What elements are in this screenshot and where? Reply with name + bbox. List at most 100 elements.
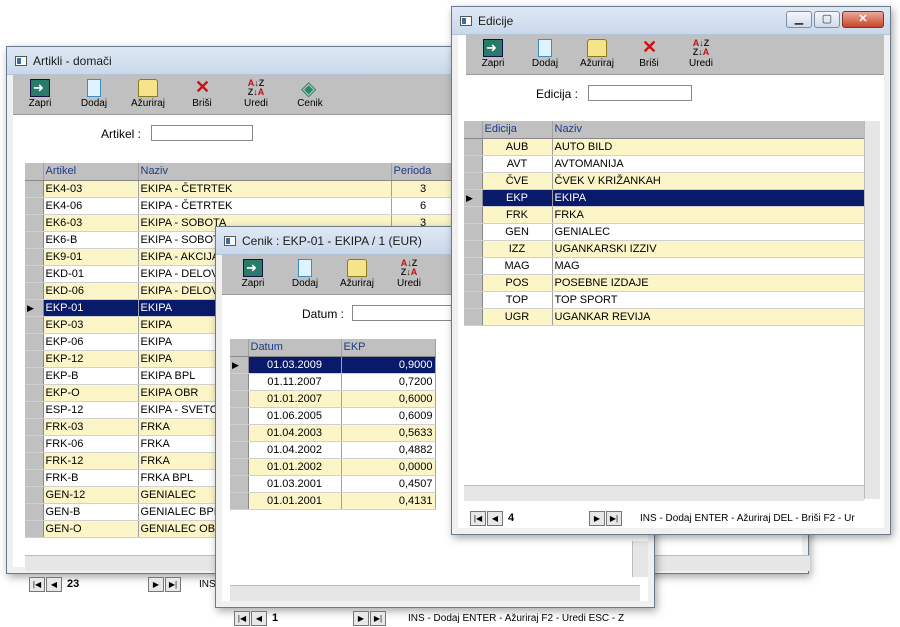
row-indicator[interactable] xyxy=(25,452,44,470)
row-indicator[interactable] xyxy=(230,441,249,459)
table-row[interactable]: 01.04.2003 0,5633 xyxy=(230,424,436,442)
artikli-search-input[interactable] xyxy=(151,125,253,141)
edicije-uredi-button[interactable]: A↓Z Z↓A Uredi xyxy=(678,37,724,73)
table-cell[interactable]: EKP-03 xyxy=(43,316,139,334)
table-cell[interactable]: 01.01.2007 xyxy=(248,390,342,408)
table-row[interactable]: POS POSEBNE IZDAJE xyxy=(464,274,865,292)
table-cell[interactable]: FRK-B xyxy=(43,469,139,487)
table-cell[interactable]: 01.04.2003 xyxy=(248,424,342,442)
nav-prev-button[interactable]: ◀ xyxy=(487,510,503,526)
edicije-hscrollbar[interactable] xyxy=(464,485,864,501)
row-indicator[interactable] xyxy=(25,435,44,453)
table-row[interactable]: 01.06.2005 0,6009 xyxy=(230,407,436,425)
table-row[interactable]: AVT AVTOMANIJA xyxy=(464,155,865,173)
table-cell[interactable]: GENIALEC xyxy=(552,223,865,241)
col-header-naziv[interactable]: Naziv xyxy=(138,163,392,181)
nav-last-button[interactable]: ▶| xyxy=(606,510,622,526)
cenik-vscrollbar[interactable] xyxy=(632,541,648,577)
table-row[interactable]: AUB AUTO BILD xyxy=(464,138,865,156)
table-cell[interactable]: GEN-12 xyxy=(43,486,139,504)
table-cell[interactable]: EK9-01 xyxy=(43,248,139,266)
table-cell[interactable]: EKP-B xyxy=(43,367,139,385)
nav-last-button[interactable]: ▶| xyxy=(370,610,386,626)
nav-next-button[interactable]: ▶ xyxy=(589,510,605,526)
col-header-edicija[interactable]: Edicija xyxy=(482,121,553,139)
row-indicator[interactable] xyxy=(230,475,249,493)
row-indicator[interactable] xyxy=(464,223,483,241)
row-indicator[interactable] xyxy=(25,469,44,487)
table-cell[interactable]: AUTO BILD xyxy=(552,138,865,156)
row-indicator[interactable] xyxy=(25,282,44,300)
table-row[interactable]: ▶ EKP EKIPA xyxy=(464,189,865,207)
row-indicator[interactable]: ▶ xyxy=(464,189,483,207)
table-cell[interactable]: UGANKAR REVIJA xyxy=(552,308,865,326)
table-cell[interactable]: EKD-01 xyxy=(43,265,139,283)
cenik-zapri-button[interactable]: Zapri xyxy=(230,257,276,293)
nav-next-button[interactable]: ▶ xyxy=(148,576,164,592)
table-row[interactable]: FRK FRKA xyxy=(464,206,865,224)
table-cell[interactable]: FRK-03 xyxy=(43,418,139,436)
row-indicator[interactable] xyxy=(25,197,44,215)
table-row[interactable]: 01.03.2001 0,4507 xyxy=(230,475,436,493)
table-cell[interactable]: 6 xyxy=(391,197,456,215)
row-indicator[interactable] xyxy=(464,257,483,275)
artikli-azuriraj-button[interactable]: Ažuriraj xyxy=(125,77,171,113)
table-row[interactable]: 01.11.2007 0,7200 xyxy=(230,373,436,391)
table-cell[interactable]: POS xyxy=(482,274,553,292)
table-row[interactable]: EK4-03 EKIPA - ČETRTEK 3 xyxy=(25,180,456,198)
table-row[interactable]: GEN GENIALEC xyxy=(464,223,865,241)
table-cell[interactable]: 0,4507 xyxy=(341,475,436,493)
table-row[interactable]: IZZ UGANKARSKI IZZIV xyxy=(464,240,865,258)
table-cell[interactable]: POSEBNE IZDAJE xyxy=(552,274,865,292)
table-cell[interactable]: EKP-12 xyxy=(43,350,139,368)
row-indicator[interactable] xyxy=(464,308,483,326)
table-cell[interactable]: 01.04.2002 xyxy=(248,441,342,459)
edicije-dodaj-button[interactable]: Dodaj xyxy=(522,37,568,73)
row-indicator[interactable] xyxy=(25,265,44,283)
col-header-artikel[interactable]: Artikel xyxy=(43,163,139,181)
row-indicator[interactable]: ▶ xyxy=(25,299,44,317)
table-cell[interactable]: EKIPA - ČETRTEK xyxy=(138,197,392,215)
table-cell[interactable]: 0,9000 xyxy=(341,356,436,374)
table-cell[interactable]: AVT xyxy=(482,155,553,173)
table-cell[interactable]: MAG xyxy=(482,257,553,275)
edicije-brisi-button[interactable]: Briši xyxy=(626,37,672,73)
row-indicator[interactable] xyxy=(25,418,44,436)
table-row[interactable]: TOP TOP SPORT xyxy=(464,291,865,309)
nav-first-button[interactable]: |◀ xyxy=(470,510,486,526)
table-cell[interactable]: 3 xyxy=(391,180,456,198)
table-cell[interactable]: EKP-01 xyxy=(43,299,139,317)
row-indicator[interactable] xyxy=(25,180,44,198)
artikli-uredi-button[interactable]: A↓Z Z↓A Uredi xyxy=(233,77,279,113)
table-cell[interactable]: ČVE xyxy=(482,172,553,190)
cenik-azuriraj-button[interactable]: Ažuriraj xyxy=(334,257,380,293)
table-cell[interactable]: 0,6009 xyxy=(341,407,436,425)
edicije-azuriraj-button[interactable]: Ažuriraj xyxy=(574,37,620,73)
table-cell[interactable]: GEN xyxy=(482,223,553,241)
artikli-brisi-button[interactable]: Briši xyxy=(179,77,225,113)
cenik-hscrollbar[interactable] xyxy=(230,585,640,601)
table-cell[interactable]: MAG xyxy=(552,257,865,275)
row-indicator[interactable] xyxy=(25,503,44,521)
row-indicator[interactable] xyxy=(230,407,249,425)
row-indicator[interactable] xyxy=(25,231,44,249)
table-cell[interactable]: ČVEK V KRIŽANKAH xyxy=(552,172,865,190)
table-cell[interactable]: 01.03.2009 xyxy=(248,356,342,374)
table-cell[interactable]: EK6-B xyxy=(43,231,139,249)
row-indicator[interactable] xyxy=(25,401,44,419)
table-cell[interactable]: TOP SPORT xyxy=(552,291,865,309)
col-header-perioda[interactable]: Perioda xyxy=(391,163,456,181)
table-cell[interactable]: 0,5633 xyxy=(341,424,436,442)
table-cell[interactable]: 0,4131 xyxy=(341,492,436,510)
table-cell[interactable]: GEN-B xyxy=(43,503,139,521)
row-indicator[interactable] xyxy=(464,240,483,258)
edicije-search-input[interactable] xyxy=(588,85,692,101)
table-cell[interactable]: 0,0000 xyxy=(341,458,436,476)
row-indicator[interactable] xyxy=(464,274,483,292)
table-row[interactable]: 01.01.2001 0,4131 xyxy=(230,492,436,510)
row-indicator[interactable] xyxy=(230,492,249,510)
row-indicator[interactable] xyxy=(464,138,483,156)
table-cell[interactable]: ESP-12 xyxy=(43,401,139,419)
table-cell[interactable]: FRKA xyxy=(552,206,865,224)
table-cell[interactable]: FRK xyxy=(482,206,553,224)
